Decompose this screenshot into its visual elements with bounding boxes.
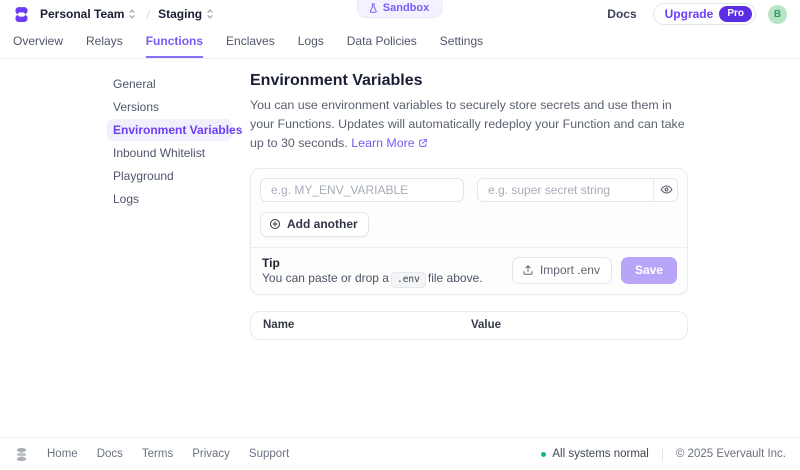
tab-functions[interactable]: Functions xyxy=(145,28,204,58)
sidebar-item-logs[interactable]: Logs xyxy=(107,188,232,210)
evervault-footer-logo-icon xyxy=(14,447,29,461)
env-value-input[interactable] xyxy=(478,178,653,201)
table-header-row: Name Value xyxy=(251,312,687,339)
env-editor-card: Add another Tip You can paste or drop a.… xyxy=(250,167,688,295)
env-file-chip: .env xyxy=(390,271,426,288)
top-bar: Personal Team / Staging Sandbox Docs Upg… xyxy=(0,0,800,28)
toggle-secret-visibility-button[interactable] xyxy=(653,178,677,201)
environment-switcher[interactable]: Staging xyxy=(158,7,202,21)
evervault-logo-icon xyxy=(13,6,30,23)
column-header-value: Value xyxy=(471,318,502,331)
plus-circle-icon xyxy=(269,218,281,230)
footer-divider xyxy=(661,447,663,461)
primary-nav: Overview Relays Functions Enclaves Logs … xyxy=(0,28,800,59)
main-panel: Environment Variables You can use enviro… xyxy=(250,59,688,437)
docs-link[interactable]: Docs xyxy=(607,7,636,21)
team-switcher[interactable]: Personal Team xyxy=(40,7,124,21)
tip-line: You can paste or drop a .env file above. xyxy=(262,270,512,288)
sandbox-label: Sandbox xyxy=(382,2,430,14)
user-avatar[interactable]: B xyxy=(768,4,787,24)
sidebar-item-playground[interactable]: Playground xyxy=(107,165,232,187)
tip-title: Tip xyxy=(262,255,280,270)
save-button[interactable]: Save xyxy=(620,256,677,284)
external-link-icon xyxy=(418,138,428,148)
env-variables-table: Name Value xyxy=(250,310,688,340)
function-sidebar: General Versions Environment Variables I… xyxy=(0,59,250,437)
eye-icon xyxy=(660,183,673,196)
flask-icon xyxy=(369,3,378,14)
copyright-text: © 2025 Evervault Inc. xyxy=(675,448,786,460)
env-name-input[interactable] xyxy=(260,177,464,202)
sidebar-item-general[interactable]: General xyxy=(107,73,232,95)
tip-before: You can paste or drop a xyxy=(262,270,389,285)
tab-enclaves[interactable]: Enclaves xyxy=(226,28,275,58)
footer-link-docs[interactable]: Docs xyxy=(97,448,123,460)
tab-settings[interactable]: Settings xyxy=(440,28,483,58)
status-dot-icon xyxy=(541,451,547,457)
upload-icon xyxy=(522,264,534,276)
chevron-updown-icon[interactable] xyxy=(128,8,136,20)
import-env-label: Import .env xyxy=(539,262,600,277)
footer-link-home[interactable]: Home xyxy=(47,448,78,460)
tab-overview[interactable]: Overview xyxy=(13,28,63,58)
learn-more-link[interactable]: Learn More xyxy=(351,136,427,150)
sidebar-item-versions[interactable]: Versions xyxy=(107,96,232,118)
status-text: All systems normal xyxy=(552,448,649,460)
page-title: Environment Variables xyxy=(250,72,423,89)
breadcrumb-separator: / xyxy=(146,6,151,22)
pro-badge: Pro xyxy=(719,6,752,22)
upgrade-button[interactable]: Upgrade Pro xyxy=(652,3,756,25)
tip-text: Tip You can paste or drop a .env file abov… xyxy=(262,255,512,288)
tip-bar: Tip You can paste or drop a .env file abov… xyxy=(251,246,687,294)
footer-link-terms[interactable]: Terms xyxy=(142,448,173,460)
sidebar-item-inbound-whitelist[interactable]: Inbound Whitelist xyxy=(107,142,232,164)
env-row xyxy=(260,177,678,202)
page-footer: Home Docs Terms Privacy Support All syst… xyxy=(0,437,800,470)
system-status[interactable]: All systems normal xyxy=(541,448,649,460)
tab-logs[interactable]: Logs xyxy=(298,28,324,58)
chevron-updown-icon[interactable] xyxy=(206,8,214,20)
page-description: You can use environment variables to sec… xyxy=(250,96,688,154)
add-another-button[interactable]: Add another xyxy=(260,211,369,237)
sidebar-item-environment-variables[interactable]: Environment Variables xyxy=(107,119,242,141)
upgrade-label: Upgrade xyxy=(664,7,714,21)
column-header-name: Name xyxy=(263,318,295,331)
env-rows: Add another xyxy=(251,169,687,247)
description-text: You can use environment variables to sec… xyxy=(250,98,685,151)
sandbox-badge[interactable]: Sandbox xyxy=(356,0,444,18)
content-area: General Versions Environment Variables I… xyxy=(0,59,800,437)
tip-after: file above. xyxy=(427,270,483,285)
tab-data-policies[interactable]: Data Policies xyxy=(347,28,417,58)
tab-relays[interactable]: Relays xyxy=(86,28,123,58)
add-another-label: Add another xyxy=(287,216,358,231)
learn-more-label: Learn More xyxy=(351,136,415,151)
import-env-button[interactable]: Import .env xyxy=(511,256,612,284)
footer-link-privacy[interactable]: Privacy xyxy=(192,448,230,460)
env-value-group xyxy=(477,177,678,202)
footer-link-support[interactable]: Support xyxy=(249,448,289,460)
